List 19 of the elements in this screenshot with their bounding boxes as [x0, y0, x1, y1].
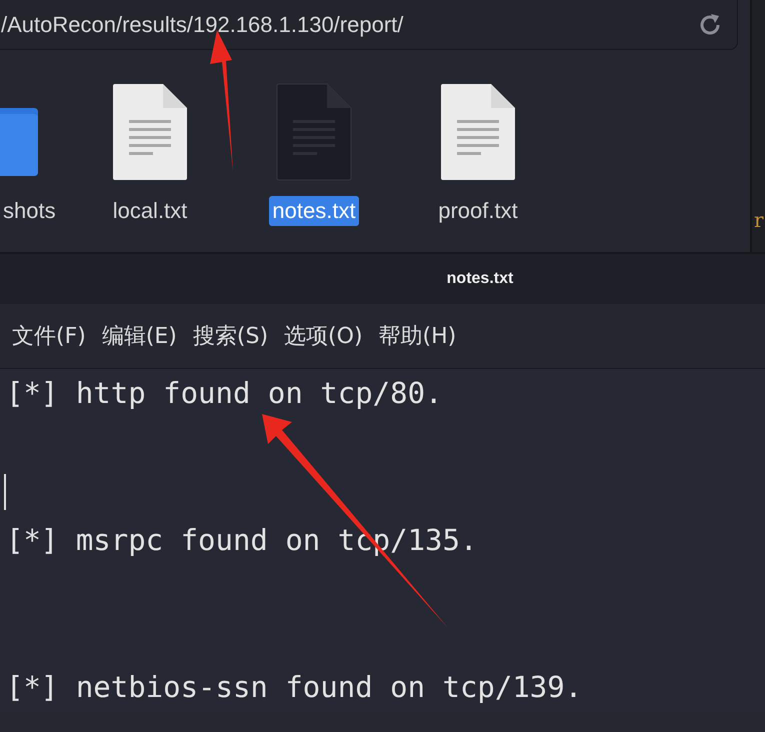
menu-item[interactable]: 选项(O) [278, 317, 369, 355]
path-text: /AutoRecon/results/192.168.1.130/report/ [1, 12, 404, 38]
window-title: notes.txt [446, 270, 514, 288]
file-name[interactable]: shots [0, 196, 59, 226]
location-bar[interactable]: /AutoRecon/results/192.168.1.130/report/ [0, 0, 738, 50]
menu-item[interactable]: 文件(F) [6, 317, 92, 355]
menu-item[interactable]: 编辑(E) [96, 317, 183, 355]
document-icon [439, 82, 517, 182]
menu-item[interactable]: 帮助(H) [372, 317, 462, 355]
file-name[interactable]: proof.txt [435, 196, 521, 226]
file-name[interactable]: notes.txt [269, 196, 359, 226]
menu-item[interactable]: 搜索(S) [186, 317, 274, 355]
text-line: [*] netbios-ssn found on tcp/139. [6, 669, 584, 706]
document-icon [111, 82, 189, 182]
text-cursor [4, 474, 6, 510]
file-name[interactable]: local.txt [110, 196, 190, 226]
text-line: [*] http found on tcp/80. [6, 375, 444, 412]
document-icon [275, 82, 353, 182]
side-text: r [754, 208, 764, 232]
